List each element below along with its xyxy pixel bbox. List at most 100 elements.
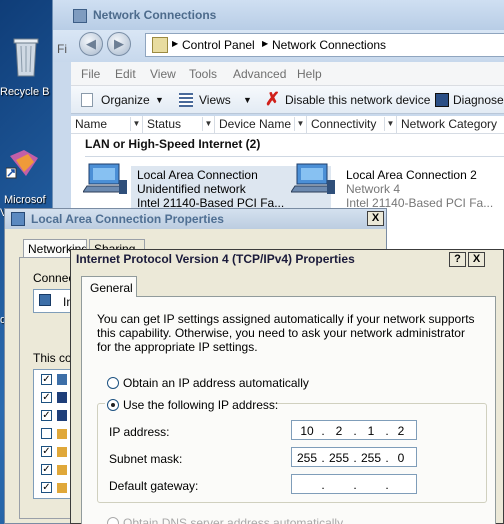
component-icon <box>57 374 67 385</box>
component-checkbox[interactable] <box>41 428 52 439</box>
dot-separator: . <box>321 424 325 438</box>
connection-1-name: Local Area Connection <box>137 168 258 182</box>
column-status[interactable]: Status ▼ <box>143 116 215 134</box>
mask-octet-1: 255 <box>296 451 318 465</box>
breadcrumb-network-connections[interactable]: Network Connections <box>272 38 386 52</box>
dot-separator: . <box>321 478 325 492</box>
column-network-category[interactable]: Network Category <box>397 116 504 134</box>
control-panel-icon <box>152 37 168 53</box>
mask-octet-2: 255 <box>328 451 350 465</box>
component-checkbox[interactable]: ✓ <box>41 446 52 457</box>
partial-tab-label: Fi <box>57 42 67 56</box>
column-device-name[interactable]: Device Name ▼ <box>215 116 307 134</box>
component-icon <box>57 410 67 421</box>
component-icon <box>57 392 67 403</box>
ip-address-input[interactable]: 10 . 2 . 1 . 2 <box>291 420 417 440</box>
column-name[interactable]: Name ▼ <box>71 116 143 134</box>
chevron-down-icon[interactable]: ▼ <box>130 117 142 131</box>
breadcrumb-control-panel[interactable]: Control Panel <box>182 38 255 52</box>
breadcrumb-sep-icon: ▶ <box>262 39 269 48</box>
network-adapter-icon <box>290 160 337 203</box>
subnet-mask-input[interactable]: 255 . 255 . 255 . 0 <box>291 447 417 467</box>
column-device-name-label: Device Name <box>219 117 292 131</box>
menu-view[interactable]: View <box>150 67 176 81</box>
mask-octet-3: 255 <box>360 451 382 465</box>
chevron-down-icon[interactable]: ▼ <box>202 117 214 131</box>
component-checkbox[interactable]: ✓ <box>41 374 52 385</box>
chevron-down-icon[interactable]: ▼ <box>384 117 396 131</box>
window-title: Network Connections <box>93 8 217 22</box>
adapter-icon <box>39 294 51 306</box>
column-status-label: Status <box>147 117 182 131</box>
menu-help[interactable]: Help <box>297 67 322 81</box>
views-button[interactable]: Views <box>199 93 231 107</box>
component-icon <box>57 429 67 439</box>
ip-octet-2: 2 <box>335 424 343 438</box>
dot-separator: . <box>353 451 357 465</box>
diagnose-button[interactable]: Diagnose <box>453 93 504 107</box>
help-button[interactable]: ? <box>449 252 466 267</box>
menu-edit[interactable]: Edit <box>115 67 136 81</box>
component-icon <box>57 447 67 457</box>
ipv4-title: Internet Protocol Version 4 (TCP/IPv4) P… <box>76 252 355 266</box>
organize-button[interactable]: Organize <box>101 93 150 107</box>
connect-using-label: Connec <box>33 271 75 285</box>
back-button[interactable]: ◀ <box>79 32 103 56</box>
recycle-bin-label: Recycle B <box>0 86 50 98</box>
obtain-ip-auto-radio[interactable] <box>107 377 119 389</box>
description-line-3: for the appropriate IP settings. <box>97 340 258 354</box>
menu-tools[interactable]: Tools <box>189 67 217 81</box>
use-following-ip-radio[interactable] <box>107 399 119 411</box>
disable-network-device-button[interactable]: Disable this network device <box>285 93 430 107</box>
ip-octet-1: 10 <box>300 424 314 438</box>
obtain-dns-auto-radio[interactable] <box>107 517 119 524</box>
mask-octet-4: 0 <box>397 451 405 465</box>
subnet-mask-label: Subnet mask: <box>109 452 183 466</box>
component-checkbox[interactable]: ✓ <box>41 464 52 475</box>
disable-x-icon: ✗ <box>265 89 281 109</box>
component-checkbox[interactable]: ✓ <box>41 482 52 493</box>
dot-separator: . <box>321 451 325 465</box>
views-icon <box>179 93 193 107</box>
address-bar[interactable]: ▶ Control Panel ▶ Network Connections <box>145 33 504 57</box>
menu-file[interactable]: File <box>81 67 100 81</box>
lac-close-button[interactable]: X <box>367 211 384 226</box>
network-connections-icon <box>73 9 87 23</box>
bottom-partial-row: Obtain DNS server address automatically <box>105 515 405 524</box>
visual-studio-icon[interactable] <box>5 146 42 180</box>
network-adapter-icon <box>82 160 129 203</box>
chevron-down-icon: ▼ <box>243 95 252 105</box>
connection-2-status: Network 4 <box>346 182 401 196</box>
use-following-ip-label[interactable]: Use the following IP address: <box>123 398 278 412</box>
dot-separator: . <box>353 478 357 492</box>
component-icon <box>57 483 67 493</box>
connection-2-name: Local Area Connection 2 <box>346 168 477 182</box>
menu-advanced[interactable]: Advanced <box>233 67 286 81</box>
default-gateway-input[interactable]: . . . <box>291 474 417 494</box>
menu-bar: File Edit View Tools Advanced Help <box>71 62 504 86</box>
forward-button[interactable]: ▶ <box>107 32 131 56</box>
ip-address-label: IP address: <box>109 425 170 439</box>
ip-octet-4: 2 <box>397 424 405 438</box>
components-list <box>33 369 73 499</box>
obtain-ip-auto-label[interactable]: Obtain an IP address automatically <box>123 376 309 390</box>
description-line-2: this capability. Otherwise, you need to … <box>97 326 465 340</box>
column-name-label: Name <box>75 117 108 131</box>
column-connectivity[interactable]: Connectivity ▼ <box>307 116 397 134</box>
ipv4-close-button[interactable]: X <box>468 252 485 267</box>
obtain-dns-auto-label[interactable]: Obtain DNS server address automatically <box>123 516 343 524</box>
organize-icon <box>81 93 93 107</box>
lac-title: Local Area Connection Properties <box>31 212 224 226</box>
component-checkbox[interactable]: ✓ <box>41 410 52 421</box>
group-divider <box>85 156 504 157</box>
tab-general[interactable]: General <box>81 276 137 297</box>
column-header: Name ▼ Status ▼ Device Name ▼ Connectivity ▼… <box>71 116 504 134</box>
diagnose-icon <box>435 93 449 107</box>
component-icon <box>57 465 67 475</box>
chevron-down-icon: ▼ <box>155 95 164 105</box>
connection-1-status: Unidentified network <box>137 182 246 196</box>
recycle-bin-icon[interactable] <box>8 36 44 80</box>
chevron-down-icon[interactable]: ▼ <box>294 117 306 131</box>
component-checkbox[interactable]: ✓ <box>41 392 52 403</box>
dot-separator: . <box>385 478 389 492</box>
